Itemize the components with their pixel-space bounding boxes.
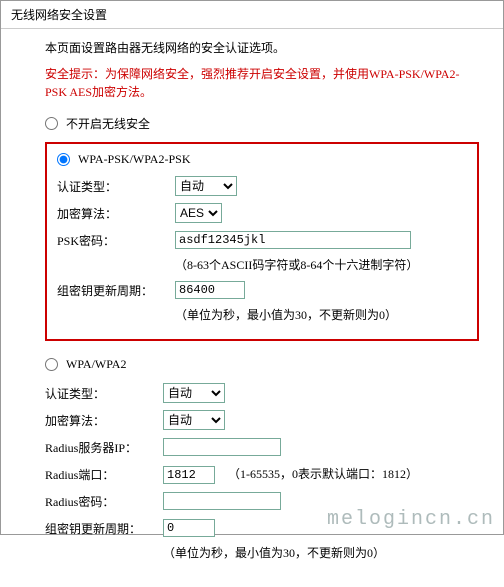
- input-radius-port[interactable]: [163, 466, 215, 484]
- input-wpapsk-rekey[interactable]: [175, 281, 245, 299]
- radio-disable-security[interactable]: [45, 117, 58, 130]
- label-wpa-auth: 认证类型：: [45, 385, 163, 402]
- field-psk-password: PSK密码：: [57, 229, 467, 251]
- wireless-security-window: 无线网络安全设置 本页面设置路由器无线网络的安全认证选项。 安全提示：为保障网络…: [0, 0, 504, 535]
- label-psk-password: PSK密码：: [57, 232, 175, 249]
- content-area: 本页面设置路由器无线网络的安全认证选项。 安全提示：为保障网络安全，强烈推荐开启…: [1, 29, 503, 587]
- input-radius-ip[interactable]: [163, 438, 281, 456]
- hint-wpa-rekey: （单位为秒，最小值为30，不更新则为0）: [163, 544, 479, 561]
- hint-wpapsk-rekey: （单位为秒，最小值为30，不更新则为0）: [175, 306, 467, 323]
- field-wpa-rekey: 组密钥更新周期：: [45, 517, 479, 539]
- field-wpa-enc: 加密算法： 自动: [45, 409, 479, 431]
- select-wpapsk-auth[interactable]: 自动: [175, 176, 237, 196]
- input-wpa-rekey[interactable]: [163, 519, 215, 537]
- window-title: 无线网络安全设置: [1, 1, 503, 29]
- section-wpa: WPA/WPA2 认证类型： 自动 加密算法： 自动: [45, 357, 479, 561]
- radio-wpa-psk[interactable]: [57, 153, 70, 166]
- label-wpa-rekey: 组密钥更新周期：: [45, 520, 163, 537]
- radio-wpapsk-label: WPA-PSK/WPA2-PSK: [78, 152, 190, 167]
- security-warning: 安全提示：为保障网络安全，强烈推荐开启安全设置，并使用WPA-PSK/WPA2-…: [45, 65, 479, 101]
- label-wpa-enc: 加密算法：: [45, 412, 163, 429]
- input-radius-pwd[interactable]: [163, 492, 281, 510]
- field-wpapsk-rekey: 组密钥更新周期：: [57, 279, 467, 301]
- intro-text: 本页面设置路由器无线网络的安全认证选项。: [45, 39, 479, 57]
- section-wpa-psk: WPA-PSK/WPA2-PSK 认证类型： 自动 加密算法： AES: [45, 142, 479, 341]
- field-wpapsk-auth: 认证类型： 自动: [57, 175, 467, 197]
- label-radius-ip: Radius服务器IP：: [45, 439, 163, 456]
- field-radius-port: Radius端口： （1-65535，0表示默认端口：1812）: [45, 463, 479, 485]
- label-enc-algo: 加密算法：: [57, 205, 175, 222]
- radio-disable-label: 不开启无线安全: [66, 115, 150, 132]
- option-disable-row: 不开启无线安全: [45, 115, 479, 132]
- option-wpapsk-row: WPA-PSK/WPA2-PSK: [57, 152, 467, 167]
- field-radius-pwd: Radius密码：: [45, 490, 479, 512]
- select-wpa-enc[interactable]: 自动: [163, 410, 225, 430]
- select-wpa-auth[interactable]: 自动: [163, 383, 225, 403]
- label-auth-type: 认证类型：: [57, 178, 175, 195]
- option-wpa-row: WPA/WPA2: [45, 357, 479, 372]
- field-wpapsk-enc: 加密算法： AES: [57, 202, 467, 224]
- label-group-rekey: 组密钥更新周期：: [57, 282, 175, 299]
- field-radius-ip: Radius服务器IP：: [45, 436, 479, 458]
- label-radius-pwd: Radius密码：: [45, 493, 163, 510]
- radio-wpa[interactable]: [45, 358, 58, 371]
- label-radius-port: Radius端口：: [45, 466, 163, 483]
- input-psk-password[interactable]: [175, 231, 411, 249]
- radio-wpa-label: WPA/WPA2: [66, 357, 126, 372]
- field-wpa-auth: 认证类型： 自动: [45, 382, 479, 404]
- select-wpapsk-enc[interactable]: AES: [175, 203, 222, 223]
- hint-radius-port: （1-65535，0表示默认端口：1812）: [228, 467, 418, 481]
- hint-psk-password: （8-63个ASCII码字符或8-64个十六进制字符）: [175, 256, 467, 273]
